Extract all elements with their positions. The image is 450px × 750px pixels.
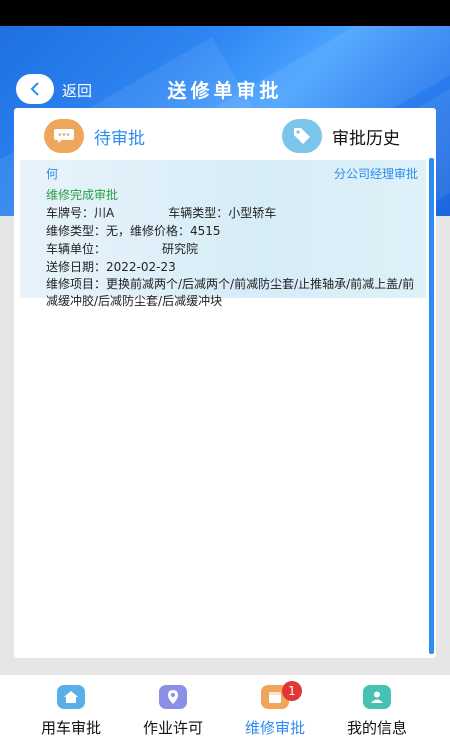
tab-pending[interactable]: 待审批 bbox=[44, 118, 145, 154]
home-icon bbox=[57, 685, 85, 709]
nav-label: 我的信息 bbox=[346, 719, 407, 737]
unit-line: 车辆单位： 研究院 bbox=[46, 240, 198, 257]
approval-record[interactable]: 何 分公司经理审批 维修完成审批 车牌号：川A 车辆类型：小型轿车 维修类型：无，… bbox=[20, 160, 426, 308]
vehicle-unit: 车辆单位： bbox=[46, 242, 107, 256]
nav-work-permit[interactable]: 作业许可 bbox=[118, 685, 228, 738]
tab-pending-label: 待审批 bbox=[94, 128, 145, 149]
approval-stage: 分公司经理审批 bbox=[333, 167, 418, 181]
nav-label: 作业许可 bbox=[142, 719, 203, 737]
page-title: 送修单审批 bbox=[167, 80, 283, 102]
nav-repair-approval[interactable]: 1 维修审批 bbox=[220, 681, 330, 738]
status-bar bbox=[0, 0, 450, 26]
repair-type: 维修类型：无，维修价格：4515 bbox=[46, 224, 221, 238]
applicant-name: 何 bbox=[46, 167, 59, 181]
vehicle-unit-suffix: 研究院 bbox=[162, 242, 199, 256]
nav-label: 用车审批 bbox=[40, 719, 101, 737]
send-date: 送修日期：2022-02-23 bbox=[46, 260, 176, 274]
plate-line: 车牌号：川A 车辆类型：小型轿车 bbox=[46, 204, 276, 221]
location-icon bbox=[159, 685, 187, 709]
tab-history[interactable]: 审批历史 bbox=[282, 118, 400, 154]
content-panel: 待审批 审批历史 何 分公司经理审批 维修完成审批 车牌号：川A 车辆类型：小型轿… bbox=[14, 108, 436, 658]
plate-number: 车牌号：川A bbox=[46, 206, 115, 220]
scrollbar[interactable] bbox=[429, 158, 434, 654]
record-status: 维修完成审批 bbox=[46, 188, 119, 202]
nav-label: 维修审批 bbox=[244, 719, 305, 737]
nav-vehicle-approval[interactable]: 用车审批 bbox=[16, 685, 126, 738]
tag-icon bbox=[282, 119, 322, 153]
bottom-nav: 用车审批 作业许可 1 维修审批 我的信息 bbox=[0, 674, 450, 750]
user-icon bbox=[363, 685, 391, 709]
vehicle-type: 车辆类型：小型轿车 bbox=[168, 206, 277, 220]
tab-history-label: 审批历史 bbox=[332, 128, 400, 149]
chat-bubble-icon bbox=[44, 119, 84, 153]
notification-badge: 1 bbox=[282, 681, 302, 701]
nav-my-info[interactable]: 我的信息 bbox=[322, 685, 432, 738]
repair-items: 维修项目：更换前减两个/后减两个/前减防尘套/止推轴承/前减上盖/前减缓冲胶/后… bbox=[46, 277, 415, 308]
